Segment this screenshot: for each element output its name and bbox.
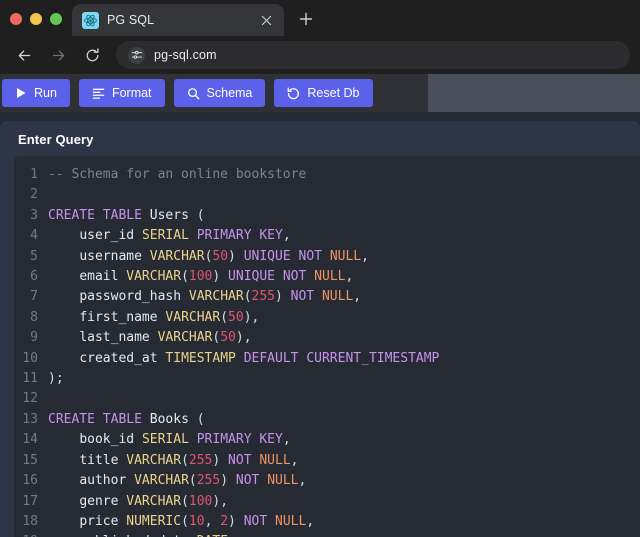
code-line-text [48, 185, 56, 205]
tune-sliders-icon[interactable] [128, 46, 145, 64]
line-number: 9 [30, 330, 38, 346]
code-line-text: CREATE TABLE Users ( [48, 207, 205, 223]
line-number: 12 [22, 391, 38, 407]
app-toolbar: Run Format Schema Reset Db [0, 74, 640, 112]
reset-db-button[interactable]: Reset Db [274, 79, 373, 107]
line-number: 14 [22, 432, 38, 448]
format-button-label: Format [111, 86, 152, 100]
tab-strip: PG SQL [0, 0, 640, 36]
code-line: 13 CREATE TABLE Books ( [14, 410, 640, 430]
code-line-text: password_hash VARCHAR(255) NOT NULL, [79, 289, 362, 305]
code-line-text: username VARCHAR(50) UNIQUE NOT NULL, [79, 248, 369, 264]
code-line: 2 [14, 185, 640, 205]
code-line-text: user_id SERIAL PRIMARY KEY, [79, 228, 291, 244]
minimize-window-button[interactable] [30, 13, 42, 25]
run-button-label: Run [34, 86, 57, 100]
schema-button-label: Schema [206, 86, 253, 100]
code-line-text: created_at TIMESTAMP DEFAULT CURRENT_TIM… [79, 350, 440, 366]
code-line-text: book_id SERIAL PRIMARY KEY, [79, 432, 291, 448]
browser-window: PG SQL pg-sql.com Run Format Schema Rese… [0, 0, 640, 537]
sql-editor[interactable]: 1 -- Schema for an online bookstore 2 3 CRE… [14, 156, 640, 537]
line-number: 19 [14, 532, 48, 537]
window-controls [0, 13, 72, 36]
line-number: 18 [22, 513, 38, 529]
line-number: 13 [22, 411, 38, 427]
page-content: Run Format Schema Reset Db Enter Query 1… [0, 74, 640, 537]
code-line: 10 created_at TIMESTAMP DEFAULT CURRENT_… [14, 349, 640, 369]
code-line-text: price NUMERIC(10, 2) NOT NULL, [79, 513, 315, 529]
code-line: 4 user_id SERIAL PRIMARY KEY, [14, 226, 640, 246]
code-line-text: genre VARCHAR(100), [79, 493, 229, 509]
code-line: 12 [14, 389, 640, 409]
code-line: 3 CREATE TABLE Users ( [14, 206, 640, 226]
format-button[interactable]: Format [78, 79, 165, 107]
line-number: 16 [22, 473, 38, 489]
schema-button[interactable]: Schema [173, 79, 266, 107]
code-line-text [48, 389, 56, 409]
line-number: 8 [30, 309, 38, 325]
line-number: 15 [22, 452, 38, 468]
close-window-button[interactable] [10, 13, 22, 25]
line-number: 7 [30, 289, 38, 305]
address-bar[interactable]: pg-sql.com [116, 41, 630, 69]
undo-icon [287, 86, 300, 100]
line-number: 10 [22, 350, 38, 366]
line-number: 4 [30, 228, 38, 244]
code-body[interactable]: 1 -- Schema for an online bookstore 2 3 CRE… [14, 165, 640, 537]
reload-icon[interactable] [78, 41, 106, 69]
code-line-text: first_name VARCHAR(50), [79, 309, 260, 325]
forward-icon[interactable] [44, 41, 72, 69]
reset-db-button-label: Reset Db [307, 86, 360, 100]
code-line: 19 published_date DATE [14, 532, 640, 537]
react-atom-icon [82, 11, 99, 29]
line-number: 5 [30, 248, 38, 264]
code-line: 5 username VARCHAR(50) UNIQUE NOT NULL, [14, 247, 640, 267]
code-line: 15 title VARCHAR(255) NOT NULL, [14, 451, 640, 471]
line-number: 17 [22, 493, 38, 509]
play-icon [15, 87, 27, 99]
code-line-text: title VARCHAR(255) NOT NULL, [79, 452, 299, 468]
code-line-text: ); [48, 371, 64, 387]
tab-title: PG SQL [107, 13, 155, 27]
code-line: 16 author VARCHAR(255) NOT NULL, [14, 471, 640, 491]
code-line: 11); [14, 369, 640, 389]
line-number: 11 [22, 371, 38, 387]
code-line-text: email VARCHAR(100) UNIQUE NOT NULL, [79, 269, 354, 285]
code-line: 6 email VARCHAR(100) UNIQUE NOT NULL, [14, 267, 640, 287]
code-line: 14 book_id SERIAL PRIMARY KEY, [14, 430, 640, 450]
code-line: 18 price NUMERIC(10, 2) NOT NULL, [14, 512, 640, 532]
code-line-text: published_date DATE [48, 532, 228, 537]
code-line: 8 first_name VARCHAR(50), [14, 308, 640, 328]
close-icon[interactable] [257, 11, 276, 30]
query-panel: Enter Query 1 -- Schema for an online boo… [0, 121, 640, 537]
align-left-icon [92, 87, 105, 100]
run-button[interactable]: Run [2, 79, 70, 107]
search-icon [187, 87, 200, 100]
code-line-text: last_name VARCHAR(50), [79, 330, 252, 346]
line-number: 6 [30, 269, 38, 285]
new-tab-button[interactable] [292, 5, 320, 33]
maximize-window-button[interactable] [50, 13, 62, 25]
code-line: 7 password_hash VARCHAR(255) NOT NULL, [14, 287, 640, 307]
code-line: 1 -- Schema for an online bookstore [14, 165, 640, 185]
code-line: 9 last_name VARCHAR(50), [14, 328, 640, 348]
code-line-text: CREATE TABLE Books ( [48, 411, 205, 427]
back-icon[interactable] [10, 41, 38, 69]
line-number: 2 [30, 187, 38, 203]
code-line: 17 genre VARCHAR(100), [14, 492, 640, 512]
code-line-text: -- Schema for an online bookstore [48, 167, 307, 182]
url-text: pg-sql.com [154, 48, 217, 62]
line-number: 1 [30, 167, 38, 182]
browser-tab[interactable]: PG SQL [72, 4, 284, 36]
code-line-text: author VARCHAR(255) NOT NULL, [79, 473, 307, 489]
page-title: Enter Query [18, 132, 94, 147]
line-number: 3 [30, 207, 38, 223]
browser-navigation-bar: pg-sql.com [0, 36, 640, 74]
